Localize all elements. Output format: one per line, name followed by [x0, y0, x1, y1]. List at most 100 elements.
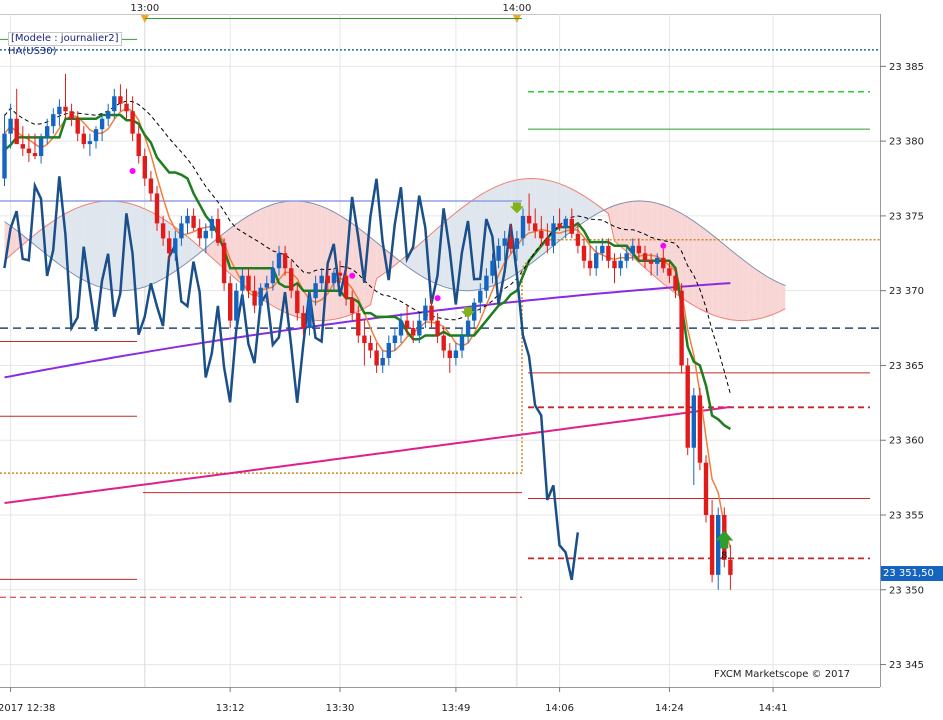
candle-body-bull [563, 218, 568, 228]
candle-body-bull [93, 129, 99, 142]
candle-body-bear [697, 395, 703, 463]
y-tick-label: 23 370 [889, 286, 924, 297]
cloud-segment [620, 202, 627, 252]
cloud-segment [779, 282, 786, 312]
y-tick-label: 23 345 [889, 660, 924, 671]
candle-body-bull [264, 283, 269, 288]
candle-body-bear [282, 253, 288, 269]
cloud-segment [236, 219, 243, 285]
pivot-dot-marker [660, 242, 667, 249]
candle-body-bull [313, 283, 318, 299]
y-tick-label: 23 350 [889, 585, 924, 596]
candle-body-bull [453, 350, 459, 358]
x-tick-label: 13:30 [326, 703, 355, 714]
candle-body-bear [374, 350, 379, 366]
x-tick-label: 14:06 [545, 703, 574, 714]
y-tick-label: 23 380 [889, 137, 924, 148]
copyright-text: FXCM Marketscope © 2017 [714, 669, 851, 680]
candle-body-bear [679, 290, 684, 366]
candle-body-bear [429, 305, 434, 321]
candle-body-bull [112, 96, 117, 112]
candle-body-bull [459, 335, 465, 351]
candle-body-bear [63, 106, 68, 112]
candle-body-bear [648, 260, 654, 264]
candle-body-bear [228, 283, 233, 321]
candle-body-bear [20, 144, 25, 149]
candle-body-bear [26, 148, 32, 154]
candle-body-bear [447, 350, 452, 358]
cloud-segment [754, 268, 761, 320]
cloud-segment [89, 202, 96, 286]
candle-body-bull [240, 275, 245, 291]
candle-body-bull [8, 118, 13, 134]
model-label: [Modele : journalier2] [8, 32, 122, 46]
candle-body-bear [295, 290, 300, 314]
cloud-segment [96, 201, 103, 288]
candle-body-bull [398, 320, 404, 336]
cloud-segment [742, 259, 749, 321]
cloud-segment [315, 204, 322, 321]
candle-body-bear [160, 223, 166, 239]
candle-body-bear [136, 133, 141, 157]
candle-body-bear [667, 268, 672, 276]
candle-body-bear [350, 298, 355, 314]
cloud-segment [718, 239, 725, 319]
x-tick-label: 13:49 [441, 703, 470, 714]
candle-body-bear [533, 223, 538, 231]
candle-body-bear [368, 343, 373, 351]
candle-body-bull [478, 290, 483, 303]
candle-body-bear [356, 313, 361, 336]
y-tick-label: 23 385 [889, 62, 924, 73]
candle-body-bear [343, 275, 349, 299]
candle-body-bull [331, 272, 337, 284]
candle-body-bull [380, 357, 385, 366]
candle-body-bear [728, 559, 733, 575]
cloud-segment [730, 249, 737, 321]
candle-body-bull [490, 260, 495, 276]
candle-body-bear [32, 153, 38, 157]
instrument-label: HA(US30) [8, 46, 57, 57]
candle-body-bull [203, 230, 208, 239]
candle-body-bull [691, 395, 696, 448]
cloud-segment [699, 225, 706, 313]
candle-body-bull [484, 275, 489, 291]
candle-body-bear [252, 290, 257, 306]
candle-body-bear [130, 111, 135, 134]
candle-body-bull [417, 320, 422, 336]
candle-body-bear [69, 111, 74, 119]
candle-body-bear [587, 260, 593, 269]
candle-body-bull [520, 215, 526, 239]
candle-body-bear [709, 515, 715, 575]
candle-body-bull [258, 287, 263, 306]
candle-body-bear [246, 275, 251, 291]
x-tick-label: 14:41 [759, 703, 788, 714]
cloud-segment [419, 238, 426, 279]
candle-body-bear [441, 335, 446, 351]
pivot-dot-marker [129, 168, 136, 175]
candle-body-bear [557, 223, 562, 228]
y-tick-label: 23 375 [889, 211, 924, 222]
candle-body-bear [154, 193, 160, 224]
candle-body-bull [600, 245, 605, 254]
candle-body-bull [99, 118, 105, 130]
candle-body-bull [106, 111, 111, 119]
candle-body-bull [38, 138, 44, 157]
candle-body-bear [569, 218, 574, 234]
candle-body-bear [215, 218, 221, 243]
candle-body-bear [75, 118, 80, 134]
candle-body-bull [594, 253, 599, 269]
cloud-segment [376, 242, 383, 279]
candle-body-bear [325, 275, 330, 284]
candle-body-bear [612, 260, 617, 269]
x-tick-label: 31/10/2017 12:38 [0, 703, 55, 714]
price-chart[interactable]: 23 385 23 380 23 375 23 370 23 365 23 360 23 3… [0, 0, 943, 720]
candle-body-bear [289, 268, 294, 291]
y-tick-label: 23 355 [889, 511, 924, 522]
candle-body-bear [81, 133, 86, 145]
candle-body-bear [362, 335, 367, 344]
candle-body-bull [307, 298, 312, 329]
candle-body-bull [276, 253, 282, 269]
candle-body-bull [179, 223, 184, 239]
y-tick-label: 23 360 [889, 436, 924, 447]
candle-body-bear [539, 230, 544, 239]
